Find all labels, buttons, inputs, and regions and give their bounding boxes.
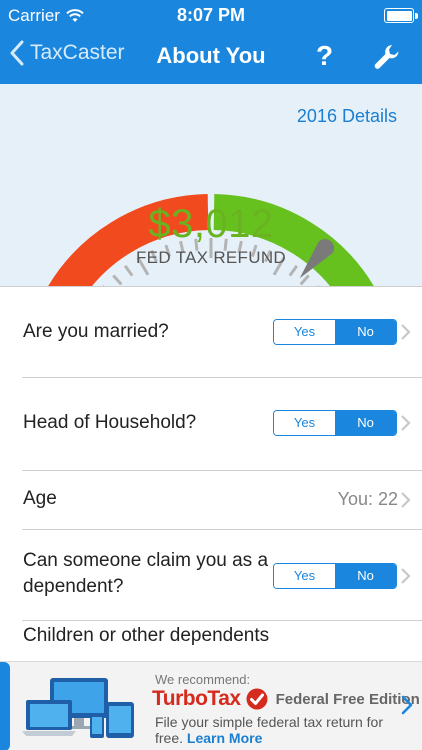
head-of-household-toggle[interactable]: Yes No: [273, 410, 397, 436]
checkmark-badge-icon: [246, 688, 268, 710]
dependent-toggle[interactable]: Yes No: [273, 563, 397, 589]
help-button[interactable]: ?: [316, 40, 333, 72]
turbotax-ad-banner[interactable]: We recommend: TurboTax Federal Free Edit…: [0, 661, 422, 750]
ad-copy: File your simple federal tax return for …: [155, 714, 395, 746]
ad-accent-stripe: [0, 662, 10, 750]
brand-name: TurboTax: [152, 687, 241, 710]
settings-button[interactable]: [372, 42, 402, 77]
children-row[interactable]: Children or other dependents: [0, 621, 422, 661]
details-link[interactable]: 2016 Details: [297, 106, 397, 127]
married-label: Are you married?: [23, 321, 169, 342]
married-toggle[interactable]: Yes No: [273, 319, 397, 345]
status-bar: Carrier 8:07 PM: [0, 0, 422, 32]
dependent-row: Can someone claim you as a dependent? Ye…: [0, 530, 422, 620]
dependent-label: Can someone claim you as a dependent?: [23, 550, 269, 597]
devices-icon: [22, 678, 134, 738]
refund-amount: $3,012: [148, 202, 274, 246]
ad-brand: TurboTax Federal Free Edition: [152, 687, 420, 711]
head-of-household-row: Head of Household? Yes No: [0, 378, 422, 470]
dependent-no-option[interactable]: No: [335, 564, 396, 588]
head-of-household-no-option[interactable]: No: [335, 411, 396, 435]
chevron-right-icon: [401, 415, 411, 431]
ad-recommend-text: We recommend:: [155, 672, 251, 687]
married-row: Are you married? Yes No: [0, 287, 422, 377]
gauge-tick: [112, 274, 123, 286]
dependent-yes-option[interactable]: Yes: [274, 564, 335, 588]
head-of-household-yes-option[interactable]: Yes: [274, 411, 335, 435]
age-label: Age: [23, 488, 57, 509]
chevron-right-icon: [401, 568, 411, 584]
battery-icon: [384, 8, 418, 23]
nav-bar: TaxCaster About You ?: [0, 32, 422, 84]
gauge-tick: [299, 274, 310, 286]
chevron-right-icon: [401, 324, 411, 340]
chevron-right-icon: [401, 492, 411, 508]
refund-label: FED TAX REFUND: [136, 248, 286, 267]
married-yes-option[interactable]: Yes: [274, 320, 335, 344]
married-no-option[interactable]: No: [335, 320, 396, 344]
brand-edition: Federal Free Edition: [275, 690, 420, 708]
age-value: You: 22: [337, 489, 398, 509]
back-label: TaxCaster: [30, 41, 125, 64]
head-of-household-label: Head of Household?: [23, 412, 197, 433]
refund-gauge-panel: 2016 Details $3,012 FED TAX REFUND: [0, 84, 422, 286]
age-row[interactable]: Age You: 22: [0, 471, 422, 529]
chevron-left-icon: [10, 40, 24, 66]
status-time: 8:07 PM: [176, 5, 246, 25]
wrench-icon: [374, 45, 399, 69]
back-button[interactable]: TaxCaster: [10, 40, 125, 66]
learn-more-link[interactable]: Learn More: [187, 730, 262, 746]
chevron-right-icon[interactable]: [400, 694, 414, 716]
children-label: Children or other dependents: [23, 625, 270, 646]
